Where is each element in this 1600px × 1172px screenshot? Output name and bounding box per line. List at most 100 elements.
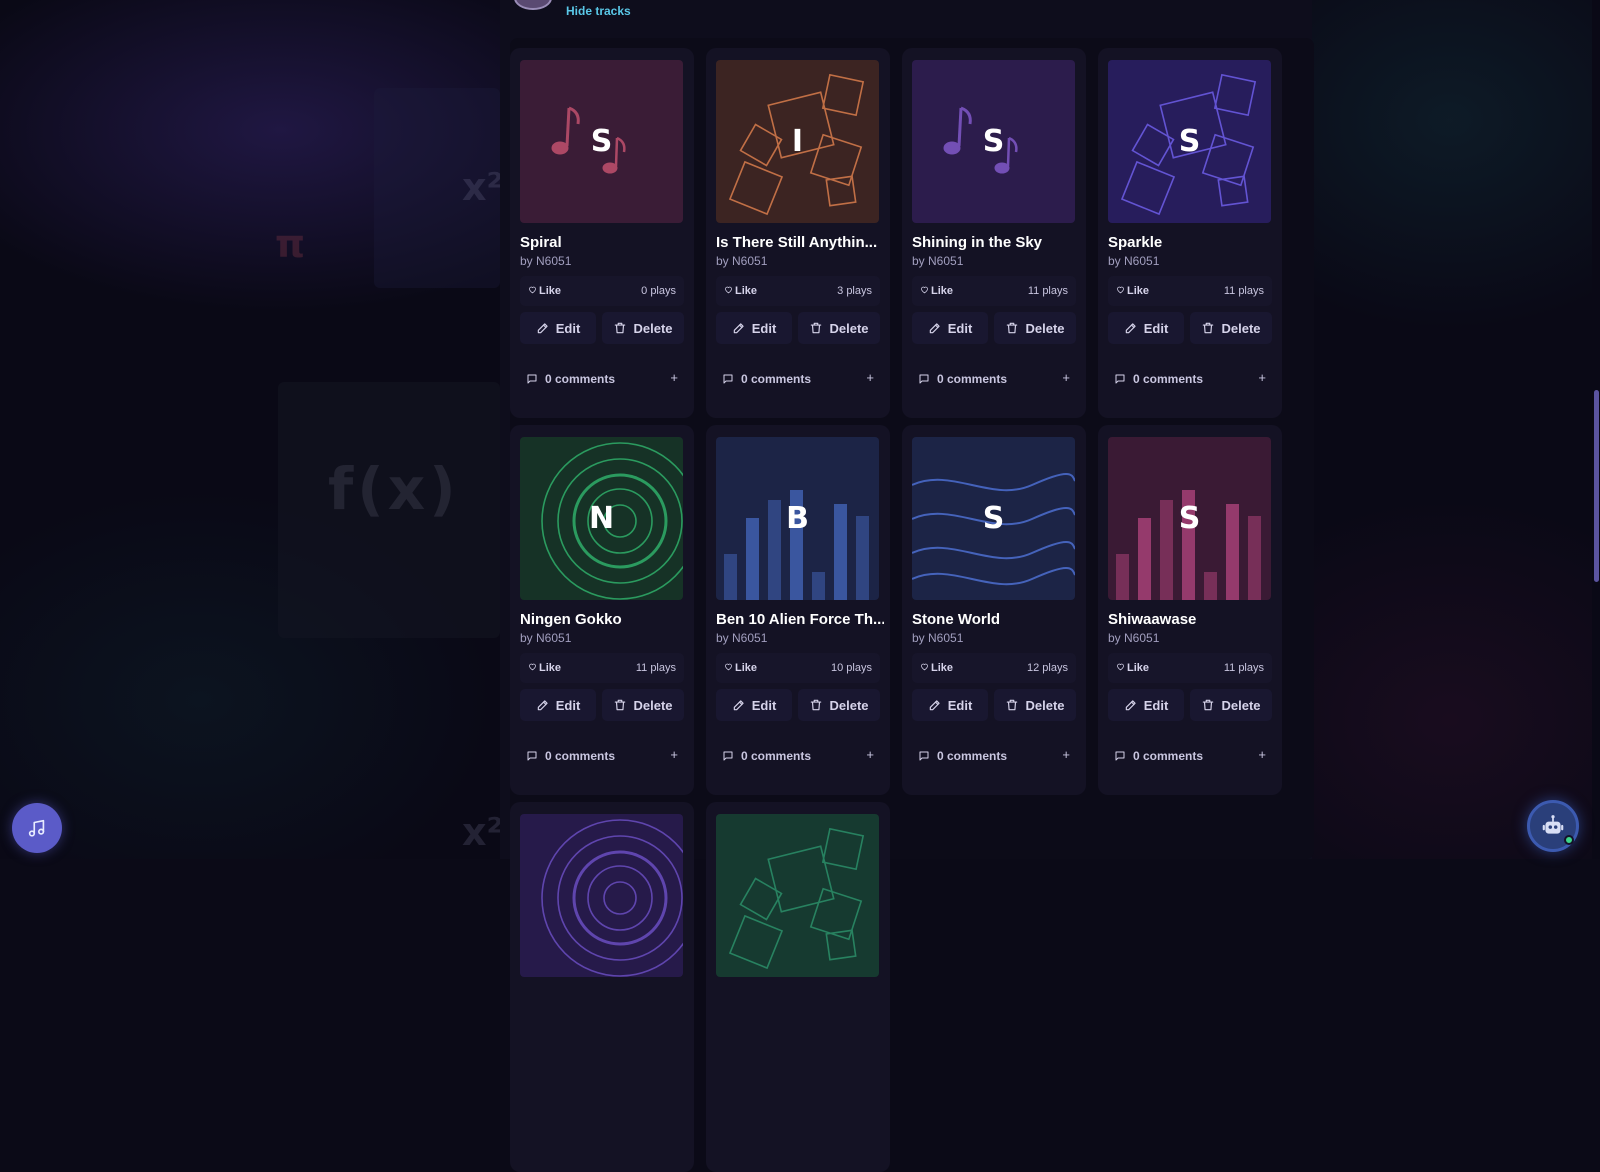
add-comment-button[interactable]: +: [670, 747, 678, 762]
delete-button[interactable]: Delete: [994, 312, 1076, 344]
like-label: Like: [539, 285, 562, 297]
like-button[interactable]: Like: [724, 285, 757, 297]
track-cover[interactable]: S: [520, 60, 683, 223]
track-title[interactable]: Shining in the Sky: [912, 234, 1080, 251]
delete-button[interactable]: Delete: [994, 689, 1076, 721]
comments-toggle[interactable]: 0 comments: [918, 749, 1007, 763]
add-comment-button[interactable]: +: [1062, 370, 1070, 385]
like-button[interactable]: Like: [1116, 285, 1149, 297]
cover-letter: S: [982, 124, 1005, 159]
add-comment-button[interactable]: +: [670, 370, 678, 385]
add-comment-button[interactable]: +: [866, 370, 874, 385]
delete-button[interactable]: Delete: [602, 689, 684, 721]
delete-button[interactable]: Delete: [1190, 689, 1272, 721]
track-cover[interactable]: [520, 814, 683, 977]
like-button[interactable]: Like: [528, 662, 561, 674]
track-title[interactable]: Is There Still Anythin...: [716, 234, 884, 251]
scrollbar-thumb[interactable]: [1594, 390, 1599, 582]
comments-toggle[interactable]: 0 comments: [526, 372, 615, 386]
track-cover[interactable]: I: [716, 60, 879, 223]
delete-button[interactable]: Delete: [1190, 312, 1272, 344]
like-button[interactable]: Like: [920, 662, 953, 674]
comments-toggle[interactable]: 0 comments: [918, 372, 1007, 386]
like-label: Like: [735, 662, 758, 674]
hide-tracks-link[interactable]: Hide tracks: [566, 4, 631, 18]
track-title[interactable]: Stone World: [912, 611, 1080, 628]
edit-button[interactable]: Edit: [912, 312, 988, 344]
edit-button[interactable]: Edit: [716, 312, 792, 344]
track-cover[interactable]: S: [1108, 60, 1271, 223]
like-button[interactable]: Like: [920, 285, 953, 297]
comments-row: 0 comments +: [1108, 741, 1272, 771]
like-button[interactable]: Like: [1116, 662, 1149, 674]
comments-toggle[interactable]: 0 comments: [1114, 372, 1203, 386]
comment-icon: [919, 374, 929, 384]
comments-row: 0 comments +: [1108, 364, 1272, 394]
comments-toggle[interactable]: 0 comments: [722, 749, 811, 763]
pencil-icon: [733, 700, 744, 711]
trash-icon: [1203, 322, 1214, 334]
heart-icon: [529, 286, 536, 294]
edit-label: Edit: [751, 697, 777, 713]
edit-label: Edit: [947, 320, 973, 336]
track-cover[interactable]: N: [520, 437, 683, 600]
like-label: Like: [1127, 662, 1150, 674]
cover-art: [716, 814, 879, 977]
background-fx-symbol: f(x): [328, 455, 460, 523]
add-comment-button[interactable]: +: [1258, 370, 1266, 385]
comments-row: 0 comments +: [912, 364, 1076, 394]
comment-icon: [1115, 374, 1125, 384]
edit-button[interactable]: Edit: [912, 689, 988, 721]
track-title[interactable]: Spiral: [520, 234, 688, 251]
delete-label: Delete: [1221, 320, 1261, 336]
comments-count: 0 comments: [1133, 749, 1204, 763]
track-cover[interactable]: S: [912, 60, 1075, 223]
play-count: 10 plays: [831, 662, 872, 674]
like-button[interactable]: Like: [724, 662, 757, 674]
delete-button[interactable]: Delete: [798, 312, 880, 344]
edit-button[interactable]: Edit: [1108, 312, 1184, 344]
track-cover[interactable]: [716, 814, 879, 977]
comments-toggle[interactable]: 0 comments: [526, 749, 615, 763]
delete-label: Delete: [829, 697, 869, 713]
track-title[interactable]: Ben 10 Alien Force Th...: [716, 611, 884, 628]
edit-button[interactable]: Edit: [520, 689, 596, 721]
track-cover[interactable]: S: [912, 437, 1075, 600]
track-title[interactable]: Sparkle: [1108, 234, 1276, 251]
like-row: Like 11 plays: [1108, 653, 1272, 683]
delete-label: Delete: [1025, 697, 1065, 713]
music-note-icon: [28, 819, 45, 837]
track-cover[interactable]: B: [716, 437, 879, 600]
comments-toggle[interactable]: 0 comments: [1114, 749, 1203, 763]
comments-toggle[interactable]: 0 comments: [722, 372, 811, 386]
edit-button[interactable]: Edit: [1108, 689, 1184, 721]
track-title[interactable]: Shiwaawase: [1108, 611, 1276, 628]
delete-button[interactable]: Delete: [798, 689, 880, 721]
background-x-symbol: x²: [462, 810, 504, 854]
track-artist: by N6051: [1108, 631, 1160, 645]
comment-icon: [1115, 751, 1125, 761]
delete-button[interactable]: Delete: [602, 312, 684, 344]
track-cover[interactable]: S: [1108, 437, 1271, 600]
like-row: Like 11 plays: [520, 653, 684, 683]
comment-icon: [527, 751, 537, 761]
trash-icon: [811, 322, 822, 334]
heart-icon: [921, 286, 928, 294]
add-comment-button[interactable]: +: [1258, 747, 1266, 762]
like-label: Like: [539, 662, 562, 674]
delete-label: Delete: [633, 320, 673, 336]
play-count: 3 plays: [837, 285, 872, 297]
edit-button[interactable]: Edit: [520, 312, 596, 344]
delete-label: Delete: [1221, 697, 1261, 713]
comment-icon: [527, 374, 537, 384]
edit-button[interactable]: Edit: [716, 689, 792, 721]
add-comment-button[interactable]: +: [1062, 747, 1070, 762]
like-button[interactable]: Like: [528, 285, 561, 297]
track-title[interactable]: Ningen Gokko: [520, 611, 688, 628]
add-comment-button[interactable]: +: [866, 747, 874, 762]
tracks-grid: S Spiral by N6051 Like 0 plays Edit Delete 0 co…: [510, 38, 1314, 1172]
track-card: [510, 802, 694, 1172]
like-label: Like: [735, 285, 758, 297]
music-player-button[interactable]: [12, 803, 62, 853]
comment-icon: [919, 751, 929, 761]
